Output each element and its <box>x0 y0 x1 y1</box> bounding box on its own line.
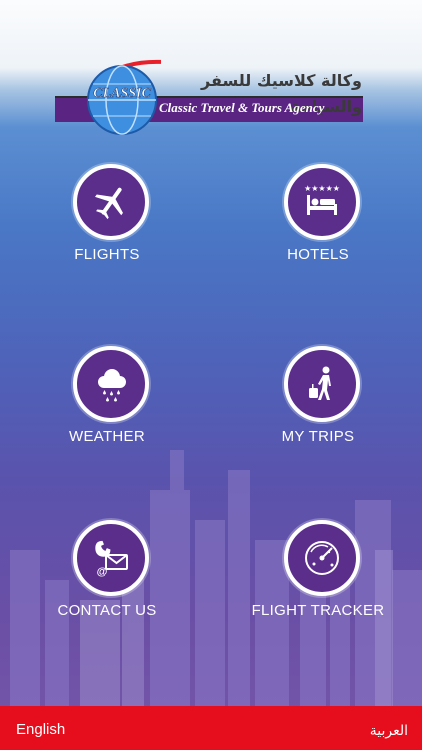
contact-us-menu-item[interactable]: @ CONTACT US <box>21 520 201 630</box>
radar-icon <box>305 541 339 575</box>
svg-text:★★★★★: ★★★★★ <box>304 184 340 193</box>
traveler-luggage-icon <box>309 366 331 400</box>
svg-text:@: @ <box>97 566 108 578</box>
flights-menu-item[interactable]: FLIGHTS <box>21 164 201 274</box>
contact-us-icon-circle: @ <box>73 520 149 596</box>
rain-cloud-icon <box>98 369 126 402</box>
flight-tracker-label: FLIGHT TRACKER <box>251 602 385 619</box>
flight-tracker-icon-circle <box>284 520 360 596</box>
weather-label: WEATHER <box>69 428 145 445</box>
agency-name-english: Classic Travel & Tours Agency <box>159 100 325 115</box>
agency-logo-header: وكالة كلاسيك للسفر والسياحة Classic Trav… <box>55 58 367 138</box>
phone-envelope-icon: @ <box>95 540 128 578</box>
my-trips-label: MY TRIPS <box>281 428 355 445</box>
globe-logo-icon: CLASSIC <box>87 59 161 135</box>
weather-icon-circle <box>73 346 149 422</box>
logo-wordmark: CLASSIC <box>93 86 151 101</box>
airplane-icon <box>95 187 123 220</box>
hotels-icon-circle: ★★★★★ <box>284 164 360 240</box>
hotel-bed-icon: ★★★★★ <box>304 184 340 215</box>
flights-label: FLIGHTS <box>74 246 140 263</box>
agency-name-arabic: وكالة كلاسيك للسفر والسياحة <box>200 71 362 116</box>
arabic-language-button[interactable]: العربية <box>370 706 408 750</box>
hotels-menu-item[interactable]: ★★★★★ HOTELS <box>232 164 412 274</box>
my-trips-menu-item[interactable]: MY TRIPS <box>232 346 412 456</box>
contact-us-label: CONTACT US <box>57 602 157 619</box>
english-language-button[interactable]: English <box>16 706 65 750</box>
hotels-label: HOTELS <box>287 246 349 263</box>
weather-menu-item[interactable]: WEATHER <box>21 346 201 456</box>
flight-tracker-menu-item[interactable]: FLIGHT TRACKER <box>232 520 412 630</box>
my-trips-icon-circle <box>284 346 360 422</box>
language-footer-bar: English العربية <box>0 706 422 750</box>
flights-icon-circle <box>73 164 149 240</box>
